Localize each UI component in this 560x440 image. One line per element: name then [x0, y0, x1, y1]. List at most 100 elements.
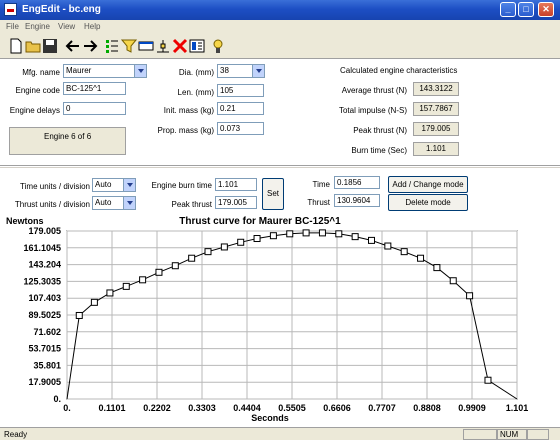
characteristics-heading: Calculated engine characteristics [340, 66, 458, 75]
data-point[interactable] [155, 268, 163, 276]
data-point[interactable] [466, 292, 474, 300]
data-point[interactable] [237, 238, 245, 246]
data-point[interactable] [400, 248, 408, 256]
menu-engine[interactable]: Engine [25, 22, 50, 31]
y-tick-label: 0. [53, 394, 61, 404]
x-tick-label: 0.3303 [188, 403, 216, 413]
data-point[interactable] [139, 276, 147, 284]
status-text: Ready [4, 430, 28, 439]
data-point[interactable] [90, 298, 98, 306]
arrow-right-icon[interactable] [82, 38, 98, 54]
minimize-button[interactable]: _ [500, 2, 516, 17]
data-point[interactable] [106, 289, 114, 297]
menu-help[interactable]: Help [84, 22, 100, 31]
x-tick-label: 0.5505 [278, 403, 306, 413]
data-point[interactable] [220, 243, 228, 251]
list-icon[interactable] [104, 38, 120, 54]
window-icon[interactable] [138, 38, 154, 54]
help-icon[interactable] [210, 38, 226, 54]
thrust-chart[interactable]: 0. 0.1101 0.2202 0.3303 0.4404 0.5505 0.6606 0.… [0, 212, 560, 427]
thrust-units-select[interactable]: Auto [92, 196, 136, 210]
engine-delays-input[interactable]: 0 [63, 102, 126, 115]
data-point[interactable] [122, 282, 130, 290]
data-point[interactable] [204, 248, 212, 256]
engine-count-box: Engine 6 of 6 [9, 127, 126, 155]
title-bar: EngEdit - bc.eng _ □ ✕ [0, 0, 560, 20]
time-units-select[interactable]: Auto [92, 178, 136, 192]
close-button[interactable]: ✕ [538, 2, 554, 17]
engine-burn-time-label: Engine burn time [151, 181, 212, 190]
time-units-label: Time units / division [20, 182, 90, 191]
grid-icon[interactable] [189, 38, 205, 54]
chart-title: Thrust curve for Maurer BC-125^1 [179, 216, 341, 227]
prop-mass-input[interactable]: 0.073 [217, 122, 264, 135]
prop-mass-label: Prop. mass (kg) [157, 126, 214, 135]
menu-file[interactable]: File [6, 22, 19, 31]
separator [0, 165, 560, 167]
arrow-left-icon[interactable] [65, 38, 81, 54]
menu-view[interactable]: View [58, 22, 75, 31]
save-icon[interactable] [42, 38, 58, 54]
peak-thrust-input[interactable]: 179.005 [215, 196, 257, 209]
len-input[interactable]: 105 [217, 84, 264, 97]
data-point[interactable] [318, 229, 326, 237]
chevron-down-icon[interactable] [123, 179, 135, 191]
data-point[interactable] [433, 264, 441, 272]
data-point[interactable] [351, 233, 359, 241]
filter-icon[interactable] [121, 38, 137, 54]
x-tick-label: 0.2202 [143, 403, 171, 413]
data-point[interactable] [188, 254, 196, 262]
data-point[interactable] [253, 235, 261, 243]
burn-time-label: Burn time (Sec) [351, 146, 407, 155]
x-tick-label: 0.6606 [323, 403, 351, 413]
delete-icon[interactable] [172, 38, 188, 54]
new-file-icon[interactable] [8, 38, 24, 54]
total-impulse-value: 157.7867 [413, 102, 459, 116]
data-point[interactable] [302, 229, 310, 237]
app-icon [4, 3, 17, 16]
time-label: Time [312, 180, 330, 189]
open-folder-icon[interactable] [25, 38, 41, 54]
add-change-mode-button[interactable]: Add / Change mode [388, 176, 468, 193]
dia-select[interactable]: 38 [217, 64, 265, 78]
burn-time-value: 1.101 [413, 142, 459, 156]
chevron-down-icon[interactable] [123, 197, 135, 209]
data-point[interactable] [484, 376, 492, 384]
time-input[interactable]: 0.1856 [334, 176, 380, 189]
menu-bar: File Engine View Help [0, 20, 560, 35]
mfg-select[interactable]: Maurer [63, 64, 147, 78]
dia-value: 38 [220, 66, 229, 75]
data-point[interactable] [171, 262, 179, 270]
data-point[interactable] [367, 236, 375, 244]
data-point[interactable] [335, 230, 343, 238]
delete-mode-button[interactable]: Delete mode [388, 194, 468, 211]
add-point-icon[interactable] [155, 38, 171, 54]
y-tick-label: 161.1045 [23, 243, 61, 253]
data-point[interactable] [269, 232, 277, 240]
time-units-value: Auto [95, 180, 112, 189]
mfg-value: Maurer [66, 66, 92, 75]
data-point[interactable] [417, 254, 425, 262]
thrust-input[interactable]: 130.9604 [334, 194, 380, 207]
engine-burn-time-input[interactable]: 1.101 [215, 178, 257, 191]
x-tick-label: 1.101 [506, 403, 529, 413]
data-point[interactable] [384, 242, 392, 250]
engine-delays-label: Engine delays [9, 106, 60, 115]
x-tick-label: 0.4404 [233, 403, 261, 413]
init-mass-input[interactable]: 0.21 [217, 102, 264, 115]
window-title: EngEdit - bc.eng [22, 4, 101, 15]
data-point[interactable] [286, 230, 294, 238]
x-tick-label: 0.8808 [413, 403, 441, 413]
status-cell-3 [527, 429, 549, 440]
maximize-button[interactable]: □ [518, 2, 534, 17]
total-impulse-label: Total impulse (N-S) [338, 106, 407, 115]
chevron-down-icon[interactable] [252, 65, 264, 77]
curve-control-panel: Time units / division Auto Thrust units … [0, 168, 560, 212]
set-button[interactable]: Set [262, 178, 284, 210]
engine-code-label: Engine code [15, 86, 60, 95]
y-tick-label: 179.005 [28, 226, 61, 236]
data-point[interactable] [449, 277, 457, 285]
data-point[interactable] [75, 311, 83, 319]
thrust-chart-area: 0. 0.1101 0.2202 0.3303 0.4404 0.5505 0.6606 0.… [0, 212, 560, 427]
engine-code-input[interactable]: BC-125^1 [63, 82, 126, 95]
